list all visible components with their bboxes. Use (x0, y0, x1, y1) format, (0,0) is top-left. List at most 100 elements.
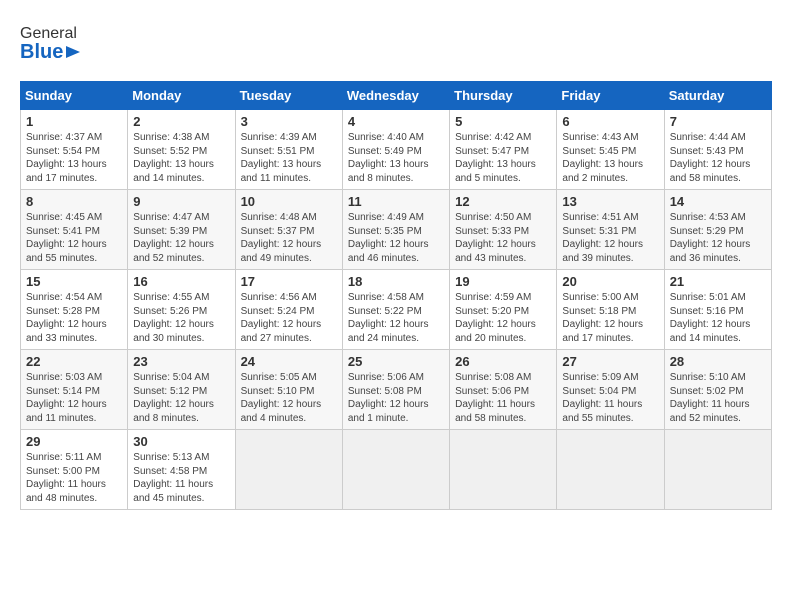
calendar-day-cell (342, 430, 449, 510)
svg-text:General: General (20, 25, 77, 42)
day-number: 24 (241, 354, 337, 369)
day-info: Sunrise: 4:54 AMSunset: 5:28 PMDaylight:… (26, 291, 122, 345)
day-info: Sunrise: 5:10 AMSunset: 5:02 PMDaylight:… (670, 371, 766, 425)
day-info: Sunrise: 4:37 AMSunset: 5:54 PMDaylight:… (26, 131, 122, 185)
day-info: Sunrise: 5:04 AMSunset: 5:12 PMDaylight:… (133, 371, 229, 425)
calendar-day-cell: 16 Sunrise: 4:55 AMSunset: 5:26 PMDayligh… (128, 270, 235, 350)
calendar-day-cell: 14 Sunrise: 4:53 AMSunset: 5:29 PMDayligh… (664, 190, 771, 270)
calendar-day-cell: 6 Sunrise: 4:43 AMSunset: 5:45 PMDaylight… (557, 110, 664, 190)
day-info: Sunrise: 5:05 AMSunset: 5:10 PMDaylight:… (241, 371, 337, 425)
calendar-day-cell (235, 430, 342, 510)
day-number: 28 (670, 354, 766, 369)
day-number: 5 (455, 114, 551, 129)
calendar-day-cell: 5 Sunrise: 4:42 AMSunset: 5:47 PMDaylight… (450, 110, 557, 190)
day-number: 30 (133, 434, 229, 449)
calendar-week-row: 8 Sunrise: 4:45 AMSunset: 5:41 PMDaylight… (21, 190, 772, 270)
day-of-week-header: Thursday (450, 82, 557, 110)
calendar-header-row: SundayMondayTuesdayWednesdayThursdayFrid… (21, 82, 772, 110)
day-number: 4 (348, 114, 444, 129)
day-info: Sunrise: 4:59 AMSunset: 5:20 PMDaylight:… (455, 291, 551, 345)
day-number: 2 (133, 114, 229, 129)
day-number: 11 (348, 194, 444, 209)
calendar-day-cell: 24 Sunrise: 5:05 AMSunset: 5:10 PMDayligh… (235, 350, 342, 430)
calendar-day-cell: 21 Sunrise: 5:01 AMSunset: 5:16 PMDayligh… (664, 270, 771, 350)
calendar-day-cell (664, 430, 771, 510)
calendar-day-cell: 23 Sunrise: 5:04 AMSunset: 5:12 PMDayligh… (128, 350, 235, 430)
day-number: 14 (670, 194, 766, 209)
day-number: 6 (562, 114, 658, 129)
page-header: GeneralBlue (20, 20, 772, 65)
day-of-week-header: Monday (128, 82, 235, 110)
logo-icon: GeneralBlue (20, 20, 100, 65)
calendar-table: SundayMondayTuesdayWednesdayThursdayFrid… (20, 81, 772, 510)
calendar-day-cell: 25 Sunrise: 5:06 AMSunset: 5:08 PMDayligh… (342, 350, 449, 430)
calendar-day-cell: 3 Sunrise: 4:39 AMSunset: 5:51 PMDaylight… (235, 110, 342, 190)
logo: GeneralBlue (20, 20, 100, 65)
day-info: Sunrise: 5:09 AMSunset: 5:04 PMDaylight:… (562, 371, 658, 425)
calendar-day-cell: 4Sunrise: 4:40 AMSunset: 5:49 PMDaylight… (342, 110, 449, 190)
calendar-day-cell: 27 Sunrise: 5:09 AMSunset: 5:04 PMDayligh… (557, 350, 664, 430)
day-number: 23 (133, 354, 229, 369)
day-number: 26 (455, 354, 551, 369)
calendar-day-cell: 28 Sunrise: 5:10 AMSunset: 5:02 PMDayligh… (664, 350, 771, 430)
day-number: 17 (241, 274, 337, 289)
day-number: 16 (133, 274, 229, 289)
day-number: 12 (455, 194, 551, 209)
calendar-day-cell: 11Sunrise: 4:49 AMSunset: 5:35 PMDayligh… (342, 190, 449, 270)
calendar-day-cell (557, 430, 664, 510)
day-number: 20 (562, 274, 658, 289)
day-info: Sunrise: 4:56 AMSunset: 5:24 PMDaylight:… (241, 291, 337, 345)
day-info: Sunrise: 4:43 AMSunset: 5:45 PMDaylight:… (562, 131, 658, 185)
day-info: Sunrise: 4:47 AMSunset: 5:39 PMDaylight:… (133, 211, 229, 265)
day-number: 7 (670, 114, 766, 129)
calendar-day-cell: 22Sunrise: 5:03 AMSunset: 5:14 PMDayligh… (21, 350, 128, 430)
calendar-day-cell: 26Sunrise: 5:08 AMSunset: 5:06 PMDayligh… (450, 350, 557, 430)
day-info: Sunrise: 5:01 AMSunset: 5:16 PMDaylight:… (670, 291, 766, 345)
calendar-week-row: 22Sunrise: 5:03 AMSunset: 5:14 PMDayligh… (21, 350, 772, 430)
day-number: 15 (26, 274, 122, 289)
calendar-day-cell: 30 Sunrise: 5:13 AMSunset: 4:58 PMDayligh… (128, 430, 235, 510)
calendar-day-cell: 2 Sunrise: 4:38 AMSunset: 5:52 PMDaylight… (128, 110, 235, 190)
calendar-day-cell: 12 Sunrise: 4:50 AMSunset: 5:33 PMDayligh… (450, 190, 557, 270)
calendar-day-cell: 20 Sunrise: 5:00 AMSunset: 5:18 PMDayligh… (557, 270, 664, 350)
day-info: Sunrise: 4:58 AMSunset: 5:22 PMDaylight:… (348, 291, 444, 345)
calendar-day-cell: 1 Sunrise: 4:37 AMSunset: 5:54 PMDaylight… (21, 110, 128, 190)
day-of-week-header: Sunday (21, 82, 128, 110)
day-number: 29 (26, 434, 122, 449)
day-of-week-header: Friday (557, 82, 664, 110)
day-number: 27 (562, 354, 658, 369)
calendar-day-cell: 18 Sunrise: 4:58 AMSunset: 5:22 PMDayligh… (342, 270, 449, 350)
day-info: Sunrise: 4:42 AMSunset: 5:47 PMDaylight:… (455, 131, 551, 185)
calendar-week-row: 15 Sunrise: 4:54 AMSunset: 5:28 PMDayligh… (21, 270, 772, 350)
day-info: Sunrise: 4:45 AMSunset: 5:41 PMDaylight:… (26, 211, 122, 265)
day-number: 9 (133, 194, 229, 209)
day-number: 1 (26, 114, 122, 129)
day-number: 25 (348, 354, 444, 369)
calendar-day-cell: 19Sunrise: 4:59 AMSunset: 5:20 PMDayligh… (450, 270, 557, 350)
day-info: Sunrise: 4:44 AMSunset: 5:43 PMDaylight:… (670, 131, 766, 185)
day-info: Sunrise: 5:00 AMSunset: 5:18 PMDaylight:… (562, 291, 658, 345)
day-info: Sunrise: 5:06 AMSunset: 5:08 PMDaylight:… (348, 371, 444, 425)
day-number: 18 (348, 274, 444, 289)
day-of-week-header: Tuesday (235, 82, 342, 110)
calendar-day-cell: 15 Sunrise: 4:54 AMSunset: 5:28 PMDayligh… (21, 270, 128, 350)
day-info: Sunrise: 4:48 AMSunset: 5:37 PMDaylight:… (241, 211, 337, 265)
calendar-day-cell: 7 Sunrise: 4:44 AMSunset: 5:43 PMDaylight… (664, 110, 771, 190)
day-info: Sunrise: 5:03 AMSunset: 5:14 PMDaylight:… (26, 371, 122, 425)
calendar-day-cell: 13 Sunrise: 4:51 AMSunset: 5:31 PMDayligh… (557, 190, 664, 270)
day-number: 8 (26, 194, 122, 209)
calendar-day-cell: 29Sunrise: 5:11 AMSunset: 5:00 PMDayligh… (21, 430, 128, 510)
day-number: 3 (241, 114, 337, 129)
day-info: Sunrise: 4:55 AMSunset: 5:26 PMDaylight:… (133, 291, 229, 345)
day-info: Sunrise: 5:13 AMSunset: 4:58 PMDaylight:… (133, 451, 229, 505)
calendar-body: 1 Sunrise: 4:37 AMSunset: 5:54 PMDaylight… (21, 110, 772, 510)
day-number: 13 (562, 194, 658, 209)
day-info: Sunrise: 4:51 AMSunset: 5:31 PMDaylight:… (562, 211, 658, 265)
day-number: 21 (670, 274, 766, 289)
day-info: Sunrise: 4:39 AMSunset: 5:51 PMDaylight:… (241, 131, 337, 185)
day-of-week-header: Saturday (664, 82, 771, 110)
day-info: Sunrise: 4:53 AMSunset: 5:29 PMDaylight:… (670, 211, 766, 265)
day-info: Sunrise: 4:50 AMSunset: 5:33 PMDaylight:… (455, 211, 551, 265)
calendar-week-row: 1 Sunrise: 4:37 AMSunset: 5:54 PMDaylight… (21, 110, 772, 190)
day-info: Sunrise: 4:38 AMSunset: 5:52 PMDaylight:… (133, 131, 229, 185)
